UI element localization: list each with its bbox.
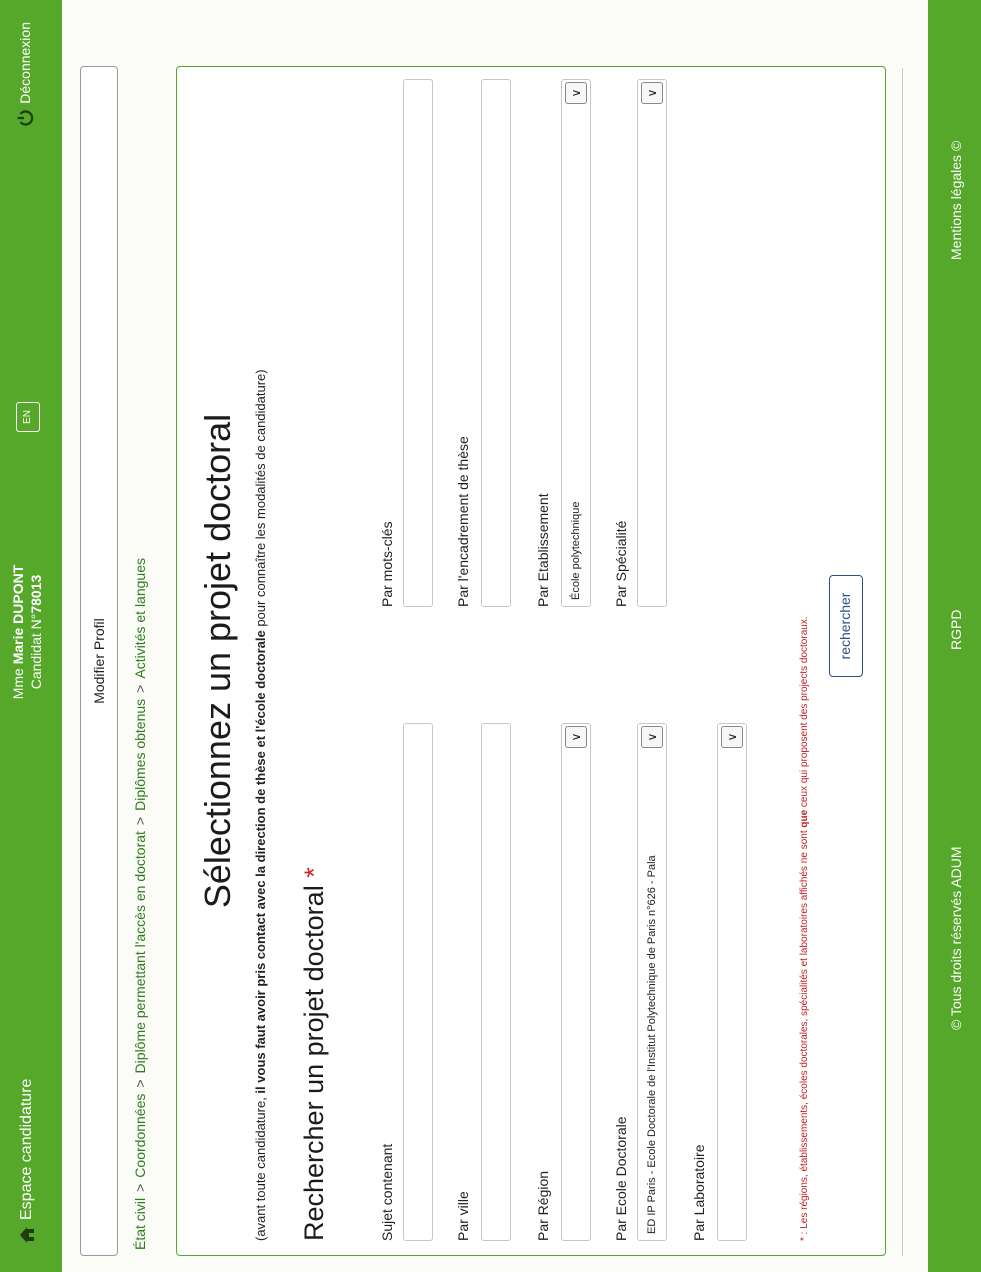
page-title: Sélectionnez un projet doctoral (197, 413, 238, 909)
encadrement-input[interactable] (481, 79, 511, 607)
divider (902, 68, 903, 1256)
mots-cles-label: Par mots-clés (379, 521, 395, 607)
candidate-label: Candidat N° (28, 613, 44, 690)
breadcrumb-item-coordonnees[interactable]: Coordonnées (132, 1094, 148, 1178)
breadcrumb-item-activites-langues[interactable]: Activités et langues (132, 558, 148, 679)
candidate-number: 78013 (28, 574, 44, 614)
encadrement-label: Par l'encadrement de thèse (455, 436, 471, 607)
breadcrumb-separator: > (132, 1183, 148, 1192)
specialite-label: Par Spécialité (613, 520, 629, 607)
edit-profile-button[interactable]: Modifier Profil (80, 66, 118, 1256)
user-name: Marie DUPONT (10, 564, 26, 665)
etablissement-select[interactable]: École polytechnique ∨ (561, 79, 591, 607)
footer-rights: © Tous droits réservés ADUM (948, 846, 964, 1030)
region-select[interactable]: ∨ (561, 723, 591, 1241)
power-icon (17, 110, 34, 126)
laboratoire-label: Par Laboratoire (691, 1144, 707, 1241)
note-prefix: * : Les régions, établissements, écoles … (799, 827, 810, 1241)
search-card: Sélectionnez un projet doctoral (avant t… (176, 66, 886, 1256)
required-star: * (299, 867, 329, 878)
language-button[interactable]: EN (16, 402, 40, 432)
breadcrumb-separator: > (132, 684, 148, 693)
logout-label: Déconnexion (17, 22, 33, 104)
region-label: Par Région (535, 1170, 551, 1241)
results-note: * : Les régions, établissements, écoles … (799, 616, 810, 1241)
etablissement-label: Par Etablissement (535, 493, 551, 607)
chevron-down-icon[interactable]: ∨ (565, 726, 587, 748)
sujet-input[interactable] (403, 723, 433, 1241)
ville-label: Par ville (455, 1191, 471, 1241)
note-suffix: ceux qui proposent des projects doctorau… (799, 616, 810, 810)
footer-rgpd-link[interactable]: RGPD (948, 610, 964, 650)
user-info: Mme Marie DUPONT Candidat N°78013 (9, 512, 45, 752)
sujet-label: Sujet contenant (379, 1143, 395, 1241)
brand-label: Espace candidature (18, 1078, 35, 1220)
intro-suffix: pour connaître les modalités de candidat… (253, 369, 268, 631)
footer-legal-link[interactable]: Mentions légales © (948, 141, 964, 260)
chevron-down-icon[interactable]: ∨ (565, 82, 587, 104)
chevron-down-icon[interactable]: ∨ (721, 726, 743, 748)
breadcrumb-separator: > (132, 816, 148, 826)
ville-input[interactable] (481, 723, 511, 1241)
laboratoire-select[interactable]: ∨ (717, 723, 747, 1241)
mots-cles-input[interactable] (403, 79, 433, 607)
etablissement-value: École polytechnique (570, 501, 582, 600)
page-rotated-view: Espace candidature Mme Marie DUPONT Cand… (0, 0, 981, 1272)
chevron-down-icon[interactable]: ∨ (641, 726, 663, 748)
ecole-doctorale-select[interactable]: ED IP Paris - Ecole Doctorale de l'Insti… (637, 723, 667, 1241)
specialite-select[interactable]: ∨ (637, 79, 667, 607)
user-prefix: Mme (10, 668, 26, 700)
ecole-doctorale-value: ED IP Paris - Ecole Doctorale de l'Insti… (646, 855, 658, 1234)
breadcrumb-item-diplome-acces[interactable]: Diplôme permettant l'accès en doctorat (132, 831, 148, 1073)
intro-bold: il vous faut avoir pris contact avec la … (253, 630, 268, 1094)
home-icon (20, 1227, 34, 1243)
chevron-down-icon[interactable]: ∨ (641, 82, 663, 104)
top-header: Espace candidature Mme Marie DUPONT Cand… (0, 0, 62, 1272)
section-title: Rechercher un projet doctoral * (299, 867, 330, 1241)
ecole-doctorale-label: Par Ecole Doctorale (613, 1116, 629, 1241)
breadcrumb-item-diplomes-obtenus[interactable]: Diplômes obtenus (132, 699, 148, 811)
logout-button[interactable]: Déconnexion (16, 22, 34, 127)
breadcrumb-separator: > (132, 1079, 148, 1088)
section-title-text: Rechercher un projet doctoral (299, 885, 329, 1241)
footer: © Tous droits réservés ADUM RGPD Mention… (928, 0, 981, 1272)
breadcrumb: État civil > Coordonnées > Diplôme permettan… (132, 558, 148, 1250)
search-button[interactable]: rechercher (829, 575, 863, 677)
breadcrumb-item-etat-civil[interactable]: État civil (132, 1198, 148, 1250)
intro-text: (avant toute candidature, il vous faut a… (253, 81, 269, 1241)
brand-link[interactable]: Espace candidature (18, 1079, 36, 1244)
intro-prefix: (avant toute candidature, (253, 1093, 268, 1241)
note-bold: que (799, 809, 810, 828)
